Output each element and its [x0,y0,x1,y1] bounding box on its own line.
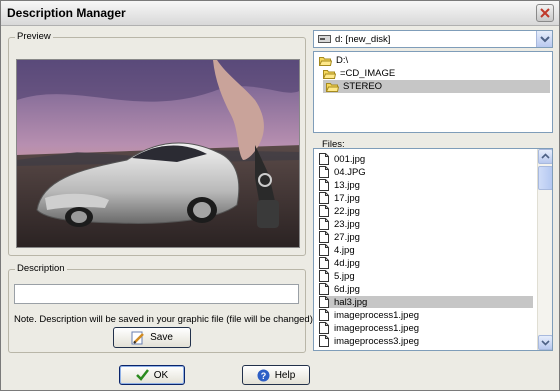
file-name: 22.jpg [334,205,360,217]
chevron-down-icon [540,36,550,43]
file-icon [319,205,329,217]
file-icon [319,192,329,204]
help-button[interactable]: ? Help [242,365,310,385]
preview-group: Preview [8,31,306,256]
file-list: 001.jpg 04.JPG 13.jpg 17.jpg 22.jpg 23.j… [313,148,553,351]
description-input[interactable] [14,284,299,304]
folder-tree: D:\ =CD_IMAGE STEREO [313,51,553,133]
description-note: Note. Description will be saved in your … [14,314,316,325]
file-name: 4.jpg [334,244,355,256]
scroll-up-button[interactable] [538,149,552,164]
drive-dropdown-button[interactable] [536,31,552,47]
drive-select[interactable]: d: [new_disk] [313,30,553,48]
list-item-selected[interactable]: hal3.jpg [319,296,533,308]
file-icon [319,335,329,347]
svg-text:?: ? [260,371,266,381]
file-name: imageprocess1.jpeg [334,322,420,334]
file-name: 6d.jpg [334,283,360,295]
file-name: 13.jpg [334,179,360,191]
file-list-scrollbar[interactable] [537,149,552,350]
file-icon [319,153,329,165]
file-name: 23.jpg [334,218,360,230]
list-item[interactable]: imageprocess1.jpeg [319,322,533,334]
chevron-down-icon [541,340,550,346]
tree-item-stereo[interactable]: STEREO [323,80,550,93]
ok-button[interactable]: OK [119,365,185,385]
list-item[interactable]: imageprocess3.jpeg [319,335,533,347]
chevron-up-icon [541,153,550,159]
scroll-down-button[interactable] [538,335,552,350]
open-folder-icon [326,82,339,92]
file-icon [319,283,329,295]
file-name: 4d.jpg [334,257,360,269]
list-item[interactable]: 27.jpg [319,231,533,243]
file-icon [319,270,329,282]
file-name: hal3.jpg [334,296,368,308]
list-item[interactable]: 6d.jpg [319,283,533,295]
tree-item-label: =CD_IMAGE [340,68,396,79]
list-item[interactable]: 23.jpg [319,218,533,230]
open-folder-icon [319,56,332,66]
file-name: imageprocess1.jpeg [334,309,420,321]
help-button-label: Help [274,369,296,381]
file-icon [319,166,329,178]
preview-image [16,59,300,248]
window-title: Description Manager [7,6,126,20]
tree-item-label: D:\ [336,55,349,66]
checkmark-icon [135,369,149,381]
file-name: 04.JPG [334,166,366,178]
file-icon [319,296,329,308]
list-item[interactable]: 04.JPG [319,166,533,178]
tree-item-label: STEREO [343,81,383,92]
open-folder-icon [323,69,336,79]
tree-item-cd-image[interactable]: =CD_IMAGE [323,67,395,80]
list-item[interactable]: 5.jpg [319,270,533,282]
pencil-icon [131,331,144,344]
title-bar: Description Manager [1,1,559,26]
file-icon [319,309,329,321]
tree-item-root[interactable]: D:\ [319,54,348,67]
scroll-thumb[interactable] [538,166,552,190]
list-item[interactable]: 4.jpg [319,244,533,256]
ok-button-label: OK [153,369,169,381]
file-icon [319,322,329,334]
file-name: 17.jpg [334,192,360,204]
save-button[interactable]: Save [113,327,191,348]
file-icon [319,179,329,191]
drive-icon [318,35,331,43]
description-manager-window: Description Manager Preview Description … [0,0,560,391]
file-icon [319,231,329,243]
file-name: 5.jpg [334,270,355,282]
file-icon [319,218,329,230]
drive-selected-label: d: [new_disk] [335,34,391,45]
list-item[interactable]: 22.jpg [319,205,533,217]
save-button-label: Save [150,332,173,343]
preview-label: Preview [15,31,53,42]
list-item[interactable]: 4d.jpg [319,257,533,269]
help-icon: ? [257,369,270,381]
file-name: 001.jpg [334,153,366,165]
list-item[interactable]: 17.jpg [319,192,533,204]
description-label: Description [15,263,67,274]
list-item[interactable]: 13.jpg [319,179,533,191]
list-item[interactable]: imageprocess1.jpeg [319,309,533,321]
file-name: imageprocess3.jpeg [334,335,420,347]
file-icon [319,257,329,269]
close-icon [540,8,550,18]
file-icon [319,244,329,256]
list-item[interactable]: 001.jpg [319,153,533,165]
close-button[interactable] [536,4,554,22]
file-name: 27.jpg [334,231,360,243]
